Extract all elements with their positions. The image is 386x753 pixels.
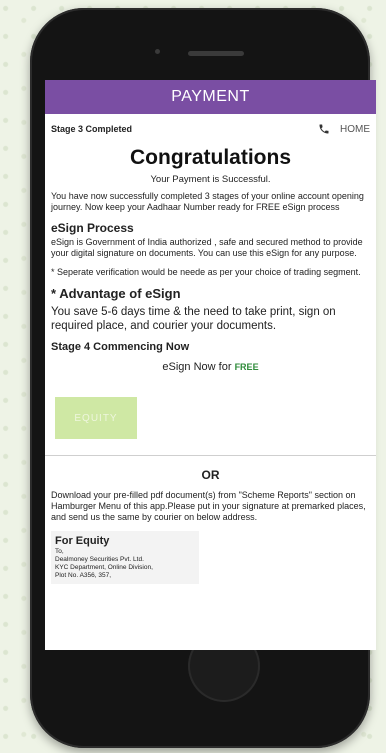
address-line: KYC Department, Online Division, [55,564,153,571]
verification-note: * Seperate verification would be neede a… [51,267,361,277]
camera-icon [155,49,160,54]
download-instructions: Download your pre-filled pdf document(s)… [51,490,366,522]
address-line: To, [55,548,64,555]
stage-row: Stage 3 Completed HOME [51,114,370,144]
payment-success-text: Your Payment is Successful. [150,174,271,185]
stage-status: Stage 3 Completed [51,124,133,134]
equity-button[interactable]: EQUITY [55,397,137,439]
stage4-heading: Stage 4 Commencing Now [51,341,190,353]
app-screen: PAYMENT Stage 3 Completed HOME Congratul… [45,80,376,650]
phone-icon [319,124,329,134]
esign-now-text: eSign Now for FREE [51,361,370,373]
advantage-text: You save 5-6 days time & the need to tak… [51,306,336,332]
payment-content: Stage 3 Completed HOME Congratulations Y… [45,114,376,584]
app-bar: PAYMENT [45,80,376,114]
esign-now-label: eSign Now for [162,361,232,373]
page-title: PAYMENT [171,88,250,105]
esign-process-text: eSign is Government of India authorized … [51,237,363,258]
or-separator: OR [45,455,376,482]
speaker-grille [188,51,244,56]
free-badge: FREE [234,362,259,372]
address-line: Plot No. A356, 357, [55,572,112,579]
home-link[interactable]: HOME [318,123,370,135]
advantage-heading: * Advantage of eSign [51,286,181,301]
congrats-title: Congratulations [130,146,291,169]
equity-address-title: For Equity [55,535,110,547]
equity-address-block: For Equity To, Dealmoney Securities Pvt.… [51,531,199,584]
address-line: Dealmoney Securities Pvt. Ltd. [55,556,144,563]
esign-process-heading: eSign Process [51,221,134,235]
completion-message: You have now successfully completed 3 st… [51,191,364,212]
home-label: HOME [340,123,370,135]
